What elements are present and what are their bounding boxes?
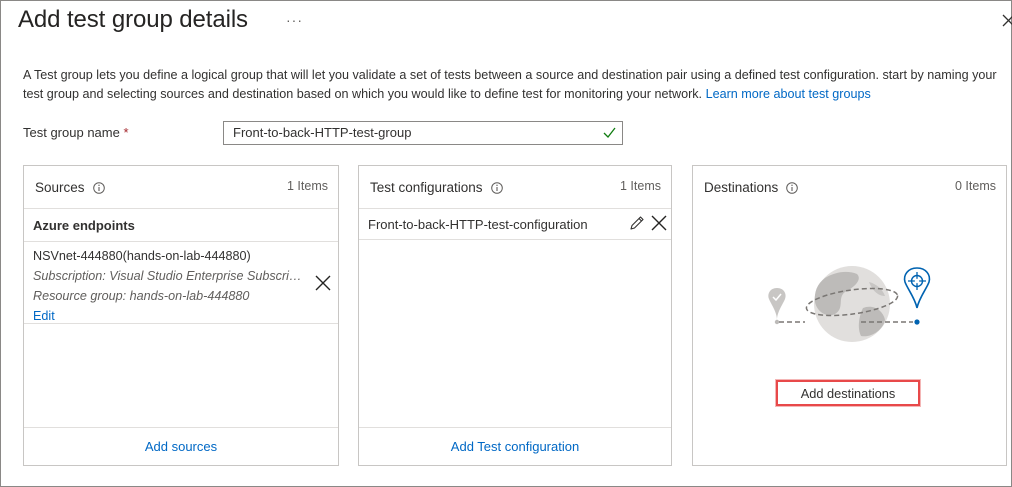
add-test-configuration-link[interactable]: Add Test configuration	[359, 427, 671, 465]
info-icon[interactable]	[490, 181, 503, 194]
description: A Test group lets you define a logical g…	[23, 66, 1008, 104]
source-item: NSVnet-444880(hands-on-lab-444880) Subsc…	[24, 242, 338, 324]
test-configurations-title: Test configurations	[370, 180, 483, 195]
learn-more-link[interactable]: Learn more about test groups	[706, 87, 871, 101]
edit-icon[interactable]	[629, 215, 645, 231]
source-edit-link[interactable]: Edit	[33, 306, 55, 326]
add-sources-link[interactable]: Add sources	[24, 427, 338, 465]
test-configurations-card: Test configurations 1 Items Front-to-bac…	[358, 165, 672, 466]
destinations-count: 0 Items	[955, 179, 996, 193]
destinations-title: Destinations	[704, 180, 779, 195]
source-subscription: Subscription: Visual Studio Enterprise S…	[33, 269, 308, 283]
check-icon	[603, 127, 616, 138]
name-label-text: Test group name	[23, 125, 120, 140]
globe-illustration	[768, 266, 931, 342]
sources-count: 1 Items	[287, 179, 328, 193]
source-resource-group: Resource group: hands-on-lab-444880	[33, 289, 250, 303]
test-configuration-item: Front-to-back-HTTP-test-configuration	[359, 208, 671, 240]
page-title: Add test group details	[18, 6, 248, 33]
destinations-header: Destinations	[704, 180, 799, 195]
test-configurations-header: Test configurations	[370, 180, 503, 195]
test-group-name-input[interactable]: Front-to-back-HTTP-test-group	[223, 121, 623, 145]
test-configurations-count: 1 Items	[620, 179, 661, 193]
sources-header: Sources	[35, 180, 105, 195]
name-input-value: Front-to-back-HTTP-test-group	[233, 125, 412, 140]
destinations-card: Destinations 0 Items Add destinations	[692, 165, 1007, 466]
required-marker: *	[123, 125, 129, 140]
more-icon[interactable]: ···	[286, 12, 303, 28]
remove-icon[interactable]	[651, 215, 667, 231]
close-icon[interactable]	[1002, 14, 1012, 28]
info-icon[interactable]	[786, 181, 799, 194]
remove-icon[interactable]	[315, 275, 331, 291]
add-destinations-button[interactable]: Add destinations	[776, 380, 920, 406]
sources-title: Sources	[35, 180, 85, 195]
sources-card: Sources 1 Items Azure endpoints NSVnet-4…	[23, 165, 339, 466]
test-configuration-name: Front-to-back-HTTP-test-configuration	[368, 217, 588, 232]
test-group-name-label: Test group name *	[23, 125, 129, 140]
info-icon[interactable]	[92, 181, 105, 194]
source-name: NSVnet-444880(hands-on-lab-444880)	[33, 249, 251, 263]
azure-endpoints-heading: Azure endpoints	[24, 208, 338, 242]
